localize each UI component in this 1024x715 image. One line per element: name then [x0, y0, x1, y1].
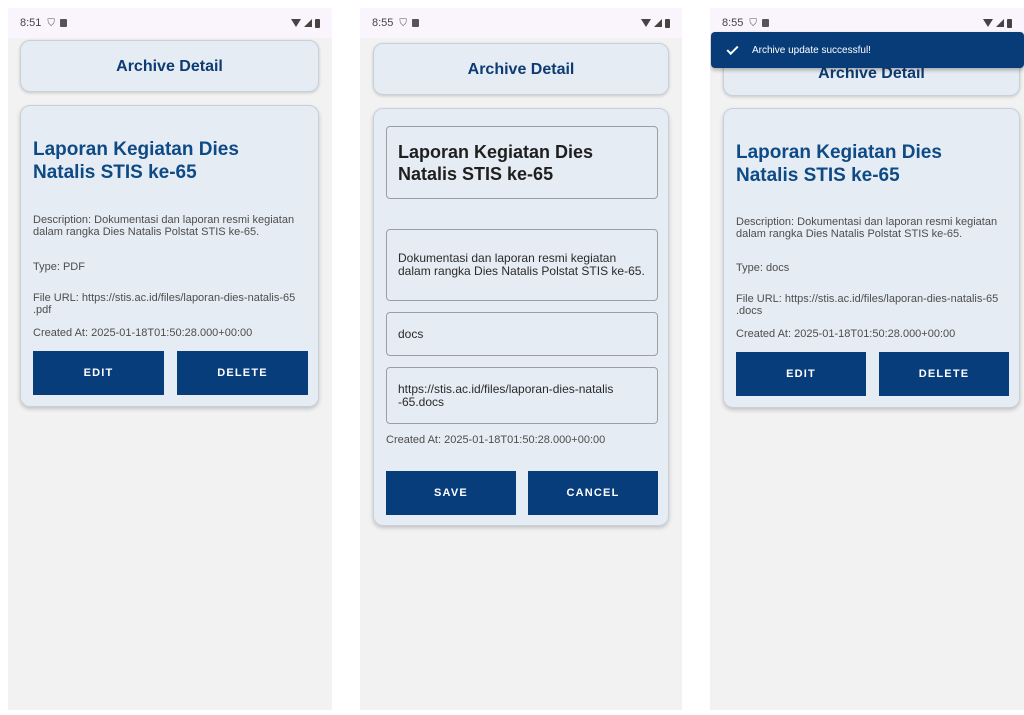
archive-type: Type: docs: [736, 262, 790, 274]
archive-detail-card: Laporan Kegiatan Dies Natalis STIS ke-65…: [723, 108, 1020, 408]
archive-description: Description: Dokumentasi dan laporan res…: [736, 216, 998, 240]
delete-button[interactable]: DELETE: [879, 352, 1009, 396]
archive-created-at: Created At: 2025-01-18T01:50:28.000+00:0…: [386, 434, 606, 446]
sd-card-icon: [761, 19, 769, 27]
wifi-icon: [641, 19, 651, 27]
archive-type: Type: PDF: [33, 261, 85, 273]
status-time: 8:55: [722, 17, 744, 29]
sd-card-icon: [411, 19, 419, 27]
shield-icon: ⛉: [47, 17, 55, 29]
file-url-field[interactable]: https://stis.ac.id/files/laporan-dies-na…: [386, 367, 658, 424]
wifi-icon: [291, 19, 301, 27]
type-field[interactable]: docs: [386, 312, 658, 356]
toast-message: Archive update successful!: [752, 44, 871, 56]
archive-created-at: Created At: 2025-01-18T01:50:28.000+00:0…: [33, 327, 253, 339]
shield-icon: ⛉: [749, 17, 757, 29]
success-toast: Archive update successful!: [711, 32, 1024, 68]
status-time: 8:55: [372, 17, 394, 29]
signal-icon: [654, 19, 662, 27]
screen-archive-detail: 8:51 ⛉ Archive Detail Laporan Kegiatan D…: [8, 8, 332, 710]
edit-button[interactable]: EDIT: [736, 352, 866, 396]
delete-button[interactable]: DELETE: [177, 351, 308, 395]
battery-icon: [665, 18, 670, 28]
header-card: Archive Detail: [20, 40, 319, 92]
header-card: Archive Detail: [373, 43, 669, 95]
screen-archive-updated: 8:55 ⛉ Archive Detail Archive update suc…: [710, 8, 1024, 710]
check-icon: [726, 42, 739, 55]
archive-title: Laporan Kegiatan Dies Natalis STIS ke-65: [33, 139, 239, 183]
screen-archive-edit: 8:55 ⛉ Archive Detail Laporan Kegiatan D…: [360, 8, 682, 710]
edit-archive-card: Laporan Kegiatan Dies Natalis STIS ke-65…: [373, 108, 669, 526]
save-button[interactable]: SAVE: [386, 471, 516, 515]
archive-created-at: Created At: 2025-01-18T01:50:28.000+00:0…: [736, 328, 956, 340]
archive-file-url: File URL: https://stis.ac.id/files/lapor…: [736, 293, 999, 317]
page-title: Archive Detail: [467, 61, 575, 78]
signal-icon: [996, 19, 1004, 27]
description-field[interactable]: Dokumentasi dan laporan resmi kegiatan d…: [386, 229, 658, 301]
archive-description: Description: Dokumentasi dan laporan res…: [33, 214, 295, 238]
sd-card-icon: [59, 19, 67, 27]
shield-icon: ⛉: [399, 17, 407, 29]
cancel-button[interactable]: CANCEL: [528, 471, 658, 515]
archive-title: Laporan Kegiatan Dies Natalis STIS ke-65: [736, 142, 942, 186]
status-bar: 8:51 ⛉: [8, 8, 332, 38]
archive-detail-card: Laporan Kegiatan Dies Natalis STIS ke-65…: [20, 105, 319, 407]
wifi-icon: [983, 19, 993, 27]
edit-button[interactable]: EDIT: [33, 351, 164, 395]
title-field[interactable]: Laporan Kegiatan Dies Natalis STIS ke-65: [386, 126, 658, 199]
page-title: Archive Detail: [116, 58, 223, 75]
battery-icon: [315, 18, 320, 28]
signal-icon: [304, 19, 312, 27]
status-bar: 8:55 ⛉: [360, 8, 682, 38]
status-time: 8:51: [20, 17, 42, 29]
archive-file-url: File URL: https://stis.ac.id/files/lapor…: [33, 292, 296, 316]
battery-icon: [1007, 18, 1012, 28]
